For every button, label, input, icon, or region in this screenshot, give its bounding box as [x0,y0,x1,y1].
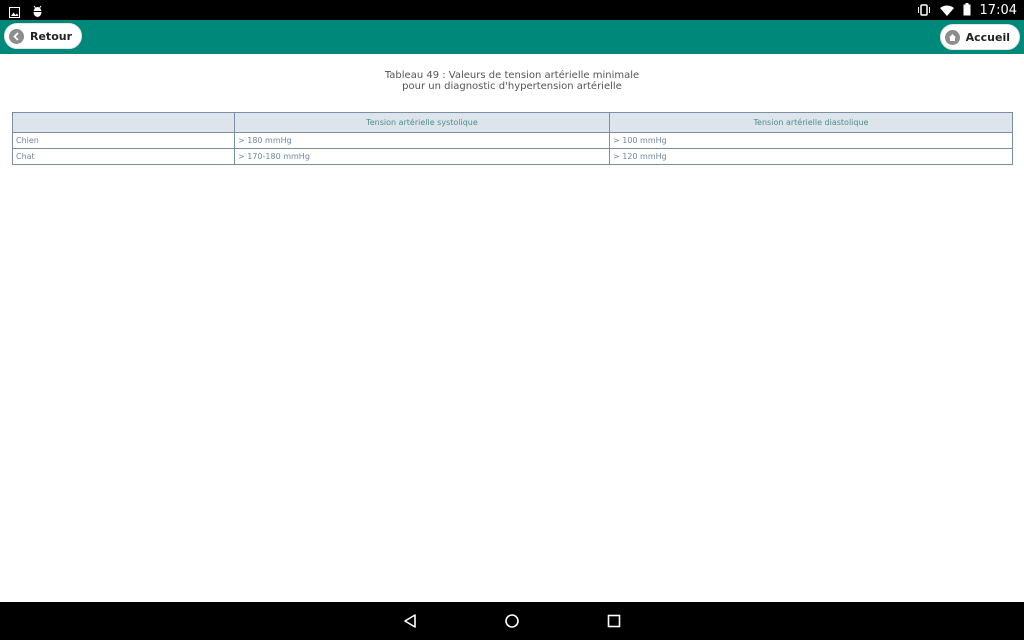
caption-line-1: Tableau 49 : Valeurs de tension artériel… [384,70,640,81]
wifi-icon [939,1,954,20]
blood-pressure-table: Tension artérielle systolique Tension ar… [12,112,1013,165]
row-label: Chat [12,148,235,165]
table-header-row: Tension artérielle systolique Tension ar… [12,112,1013,133]
row-label: Chien [12,132,235,149]
header-cell-empty [12,112,235,133]
table-row: Chien > 180 mmHg > 100 mmHg [12,132,1013,149]
home-button[interactable]: Accueil [939,24,1020,50]
back-button-label: Retour [30,29,73,43]
table-caption: Tableau 49 : Valeurs de tension artériel… [0,70,1024,92]
nav-home-icon[interactable] [504,613,520,629]
header-cell-diastolic: Tension artérielle diastolique [609,112,1013,133]
diastolic-value: > 120 mmHg [609,148,1013,165]
navigation-bar [0,602,1024,640]
status-bar: 17:04 [0,0,1024,20]
table-row: Chat > 170-180 mmHg > 120 mmHg [12,148,1013,165]
nav-back-icon[interactable] [402,613,418,629]
vibrate-icon [917,1,931,20]
caption-line-2: pour un diagnostic d'hypertension artéri… [402,81,622,92]
diastolic-value: > 100 mmHg [609,132,1013,149]
status-clock: 17:04 [979,2,1017,18]
back-button[interactable]: Retour [4,23,83,49]
header-cell-systolic: Tension artérielle systolique [234,112,610,133]
home-button-label: Accueil [965,30,1010,44]
home-icon [944,29,960,45]
chevron-left-icon [9,28,24,44]
nav-recents-icon[interactable] [606,613,622,629]
battery-icon [963,1,971,20]
systolic-value: > 170-180 mmHg [234,148,610,165]
systolic-value: > 180 mmHg [234,132,610,149]
app-toolbar: Retour Accueil [0,20,1024,54]
